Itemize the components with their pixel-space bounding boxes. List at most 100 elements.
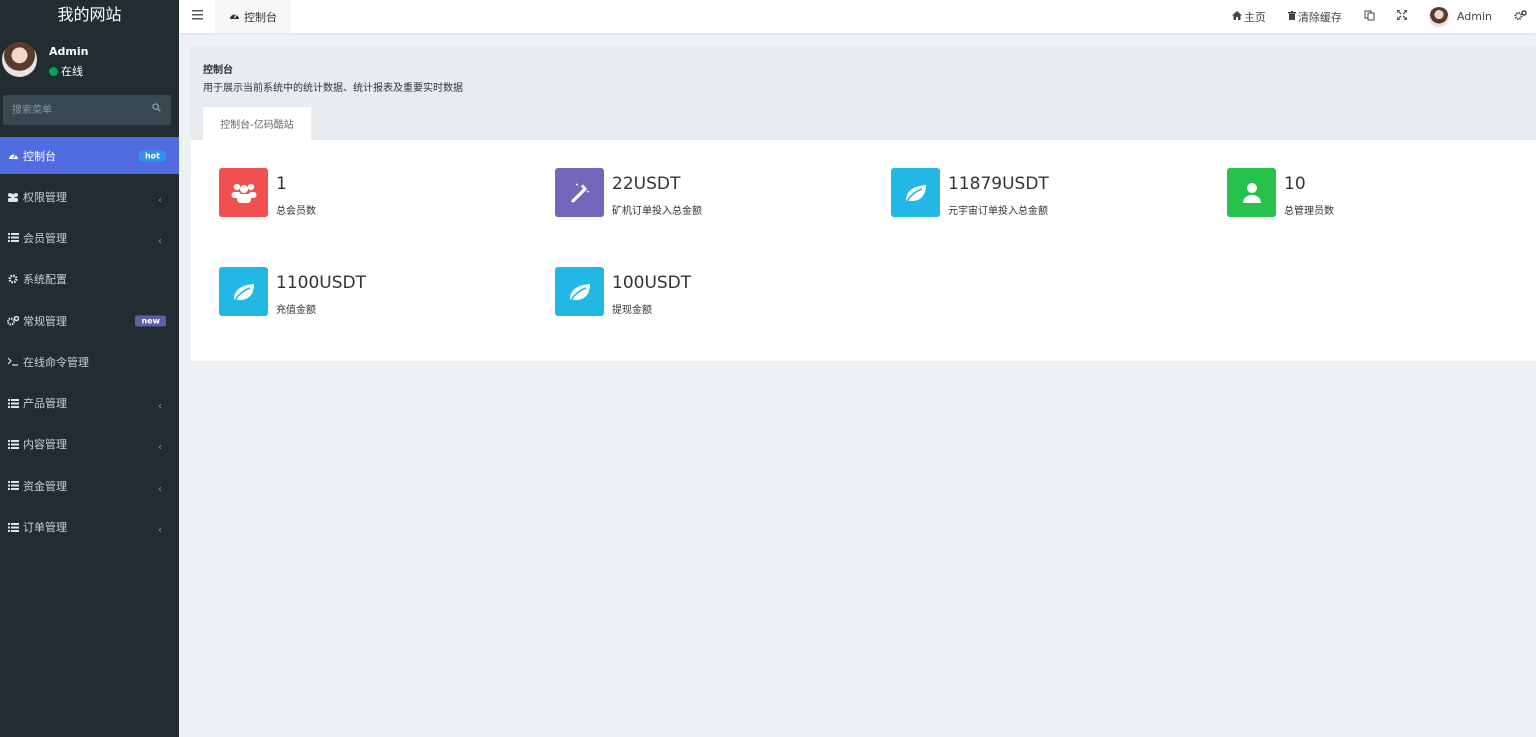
new-badge: new (135, 315, 166, 327)
avatar (2, 42, 37, 77)
page-title: 控制台 (203, 65, 233, 76)
stat-label: 充值金额 (276, 305, 316, 316)
stat-value: 11879USDT (948, 174, 1049, 194)
page-description: 用于展示当前系统中的统计数据、统计报表及重要实时数据 (203, 83, 463, 94)
dashboard-icon (229, 11, 240, 23)
user-menu-label: Admin (1456, 10, 1492, 23)
dashboard-icon (7, 150, 19, 162)
fullscreen-icon (1396, 9, 1408, 23)
sidebar-item-label: 在线命令管理 (23, 355, 89, 369)
stat-label: 总管理员数 (1284, 206, 1334, 217)
chevron-left-icon: ‹ (158, 525, 162, 537)
list-icon (7, 521, 19, 533)
stat-total-admins: 10 总管理员数 (1227, 168, 1507, 218)
user-icon (1227, 168, 1276, 217)
home-icon (1231, 10, 1242, 23)
user-name: Admin (49, 45, 89, 58)
sidebar-item-label: 产品管理 (23, 397, 67, 411)
top-right-nav: 主页 清除缓存 Admin (1231, 0, 1536, 33)
sidebar-item-label: 订单管理 (23, 521, 67, 535)
home-link-label: 主页 (1243, 10, 1266, 24)
leaf-icon (891, 168, 940, 217)
sidebar-item-orders[interactable]: 订单管理 ‹ (0, 506, 179, 547)
language-icon (1364, 10, 1375, 24)
content-header: 控制台 用于展示当前系统中的统计数据、统计报表及重要实时数据 控制台-亿码酷站 (191, 46, 1536, 140)
stat-value: 10 (1284, 174, 1306, 194)
user-status-text: 在线 (61, 65, 83, 78)
user-panel: Admin 在线 (0, 30, 179, 90)
online-dot-icon (49, 66, 58, 76)
sidebar-item-label: 控制台 (23, 149, 56, 163)
hot-badge: hot (138, 150, 166, 161)
stats-panel: 1 总会员数 22USDT 矿机订单投入总金额 11879USDT 元宇宙订单投… (191, 140, 1536, 361)
site-brand[interactable]: 我的网站 (0, 0, 179, 30)
stat-value: 22USDT (612, 174, 681, 194)
stat-label: 元宇宙订单投入总金额 (948, 206, 1048, 217)
gear-icon (7, 273, 19, 285)
sidebar-item-general[interactable]: 常规管理 new (0, 300, 179, 341)
tab-dashboard[interactable]: 控制台 (215, 0, 291, 33)
magic-wand-icon (555, 168, 604, 217)
sidebar-item-content[interactable]: 内容管理 ‹ (0, 424, 179, 465)
stat-withdraw-amount: 100USDT 提现金额 (555, 267, 855, 317)
chevron-left-icon: ‹ (158, 235, 162, 247)
top-navbar: 控制台 主页 清除缓存 Admin (179, 0, 1536, 33)
search-icon[interactable] (152, 103, 161, 112)
stat-mining-orders: 22USDT 矿机订单投入总金额 (555, 168, 855, 218)
fullscreen-button[interactable] (1396, 9, 1408, 23)
leaf-icon (555, 267, 604, 316)
menu-search-input[interactable] (3, 95, 143, 125)
sidebar: 我的网站 Admin 在线 控制台 hot 权限管理 ‹ (0, 0, 179, 737)
settings-button[interactable] (1514, 9, 1536, 24)
stat-total-members: 1 总会员数 (219, 168, 519, 218)
trash-icon (1287, 10, 1296, 23)
cogs-icon (7, 315, 19, 327)
sidebar-item-members[interactable]: 会员管理 ‹ (0, 217, 179, 258)
stat-label: 总会员数 (276, 206, 316, 217)
menu-search (3, 95, 171, 125)
sidebar-menu: 控制台 hot 权限管理 ‹ 会员管理 ‹ 系统配置 常规管理 new 在线命令… (0, 137, 179, 548)
sidebar-item-label: 资金管理 (23, 479, 67, 493)
sidebar-item-permissions[interactable]: 权限管理 ‹ (0, 176, 179, 217)
chevron-left-icon: ‹ (158, 401, 162, 413)
user-status: 在线 (49, 63, 83, 79)
stat-label: 矿机订单投入总金额 (612, 206, 702, 217)
leaf-icon (219, 267, 268, 316)
clear-cache-label: 清除缓存 (1297, 10, 1342, 24)
user-menu[interactable]: Admin (1428, 6, 1492, 27)
sidebar-item-label: 常规管理 (23, 314, 67, 328)
language-button[interactable] (1364, 10, 1375, 24)
chevron-left-icon: ‹ (158, 483, 162, 495)
list-icon (7, 438, 19, 450)
sidebar-item-system-config[interactable]: 系统配置 (0, 259, 179, 300)
stat-value: 1100USDT (276, 273, 366, 293)
stat-metaverse-orders: 11879USDT 元宇宙订单投入总金额 (891, 168, 1191, 218)
list-icon (7, 397, 19, 409)
cogs-icon (1514, 9, 1527, 24)
avatar (1428, 6, 1449, 27)
list-icon (7, 480, 19, 492)
sidebar-item-label: 内容管理 (23, 438, 67, 452)
chevron-left-icon: ‹ (158, 194, 162, 206)
list-icon (7, 232, 19, 244)
clear-cache-link[interactable]: 清除缓存 (1287, 9, 1342, 25)
sidebar-item-funds[interactable]: 资金管理 ‹ (0, 465, 179, 506)
stat-label: 提现金额 (612, 305, 652, 316)
sidebar-item-online-command[interactable]: 在线命令管理 (0, 341, 179, 382)
users-icon (7, 191, 19, 203)
users-icon (219, 168, 268, 217)
home-link[interactable]: 主页 (1231, 9, 1266, 25)
tab-dashboard-site[interactable]: 控制台-亿码酷站 (203, 107, 311, 140)
stat-value: 1 (276, 174, 287, 194)
sidebar-item-dashboard[interactable]: 控制台 hot (0, 137, 179, 174)
hamburger-menu-icon[interactable] (192, 10, 203, 20)
stat-recharge-amount: 1100USDT 充值金额 (219, 267, 519, 317)
stat-value: 100USDT (612, 273, 692, 293)
chevron-left-icon: ‹ (158, 442, 162, 454)
sidebar-item-products[interactable]: 产品管理 ‹ (0, 382, 179, 423)
terminal-icon (7, 356, 19, 368)
sidebar-item-label: 会员管理 (23, 231, 67, 245)
tab-label: 控制台 (244, 10, 277, 24)
sidebar-item-label: 系统配置 (23, 273, 67, 287)
sidebar-item-label: 权限管理 (23, 190, 67, 204)
